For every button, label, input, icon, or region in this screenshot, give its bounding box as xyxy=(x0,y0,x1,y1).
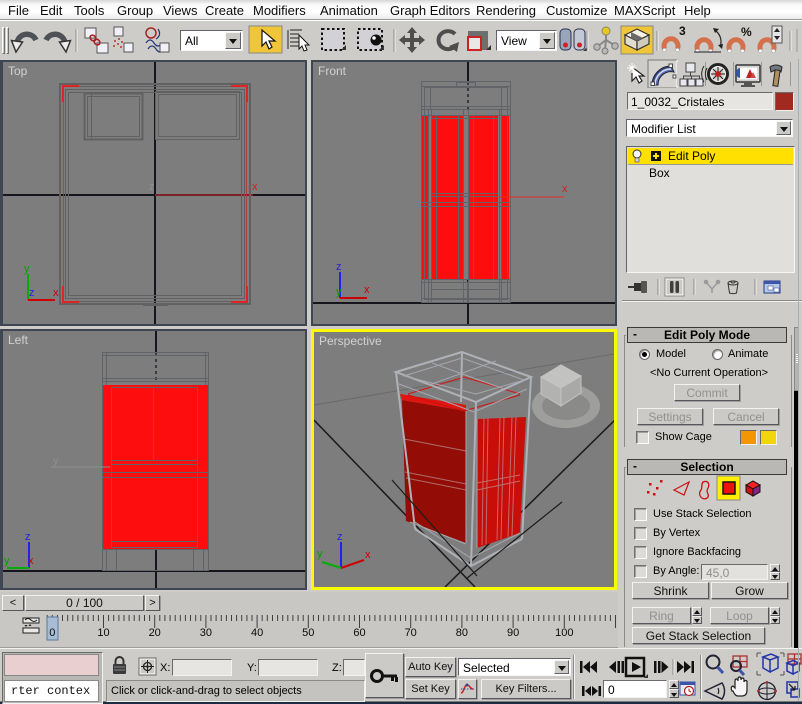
svg-text:y: y xyxy=(336,286,342,298)
svg-text:80: 80 xyxy=(456,627,468,639)
svg-text:3: 3 xyxy=(679,24,686,38)
svg-text:z: z xyxy=(336,261,342,273)
svg-text:40: 40 xyxy=(251,627,263,639)
svg-text:90: 90 xyxy=(507,627,519,639)
svg-text:z: z xyxy=(337,531,343,543)
svg-text:50: 50 xyxy=(302,627,314,639)
svg-text:x: x xyxy=(365,549,371,561)
svg-text:y: y xyxy=(53,455,59,467)
svg-text:y: y xyxy=(317,548,323,560)
svg-text:z: z xyxy=(25,531,31,543)
svg-text:100: 100 xyxy=(555,627,573,639)
svg-text:y: y xyxy=(4,555,10,567)
svg-text:x: x xyxy=(53,287,59,299)
svg-text:70: 70 xyxy=(405,627,417,639)
svg-text:x: x xyxy=(562,183,568,195)
svg-text:y: y xyxy=(24,263,30,275)
svg-text:10: 10 xyxy=(97,627,109,639)
svg-text:%: % xyxy=(741,25,752,39)
svg-text:60: 60 xyxy=(353,627,365,639)
svg-text:30: 30 xyxy=(200,627,212,639)
svg-text:x: x xyxy=(252,181,258,193)
svg-text:x: x xyxy=(28,555,34,567)
svg-text:20: 20 xyxy=(149,627,161,639)
svg-text:0: 0 xyxy=(49,627,55,639)
svg-text:z: z xyxy=(29,287,35,299)
svg-text:x: x xyxy=(364,284,370,296)
svg-text:z: z xyxy=(149,181,155,193)
